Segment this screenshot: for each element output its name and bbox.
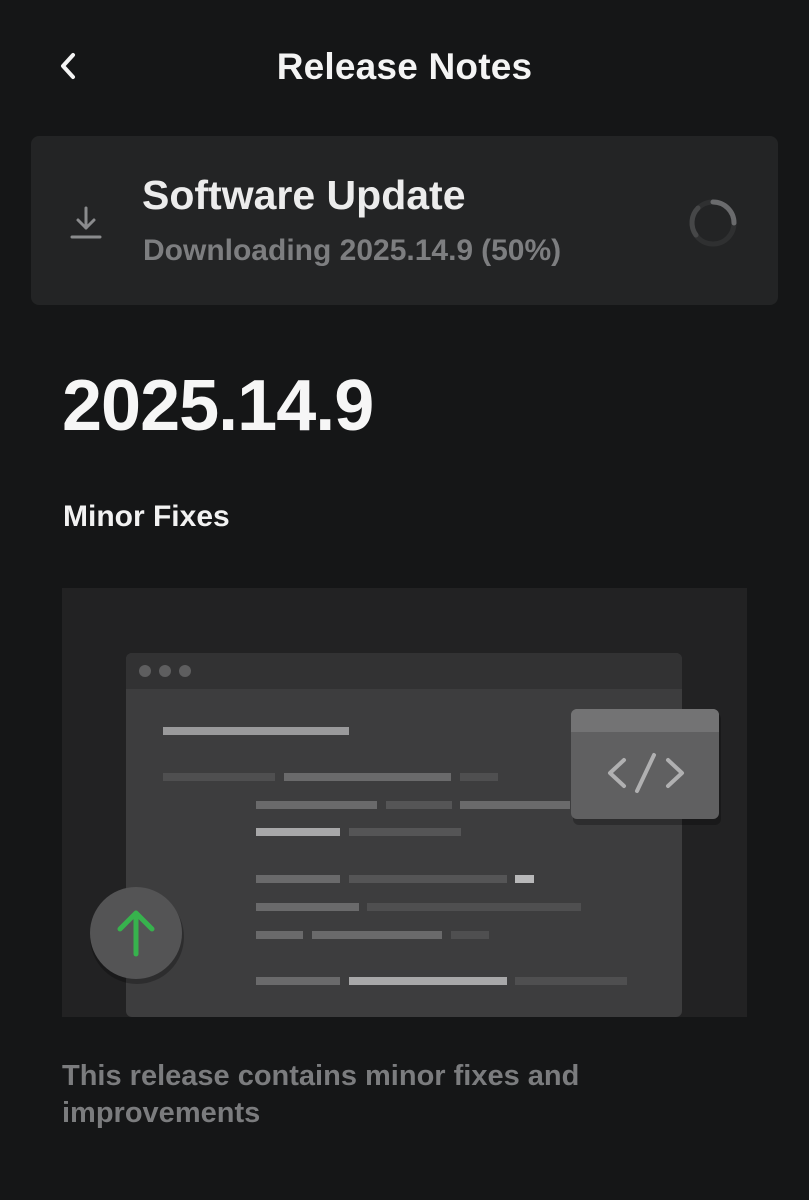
update-status: Downloading 2025.14.9 (50%) bbox=[143, 234, 561, 268]
header: Release Notes bbox=[0, 0, 809, 140]
page-title: Release Notes bbox=[276, 46, 533, 87]
download-icon bbox=[66, 204, 106, 244]
loading-spinner-icon bbox=[686, 196, 740, 250]
release-version: 2025.14.9 bbox=[62, 366, 374, 446]
code-window-illustration bbox=[126, 653, 682, 1017]
update-title: Software Update bbox=[142, 172, 466, 218]
update-progress-percent: (50%) bbox=[481, 234, 562, 267]
release-description: This release contains minor fixes and im… bbox=[62, 1060, 580, 1129]
release-subtitle: Minor Fixes bbox=[63, 500, 230, 533]
update-status-text: Downloading 2025.14.9 bbox=[143, 234, 474, 267]
code-icon bbox=[571, 709, 721, 825]
release-illustration bbox=[62, 588, 747, 1017]
software-update-card[interactable] bbox=[31, 136, 778, 305]
